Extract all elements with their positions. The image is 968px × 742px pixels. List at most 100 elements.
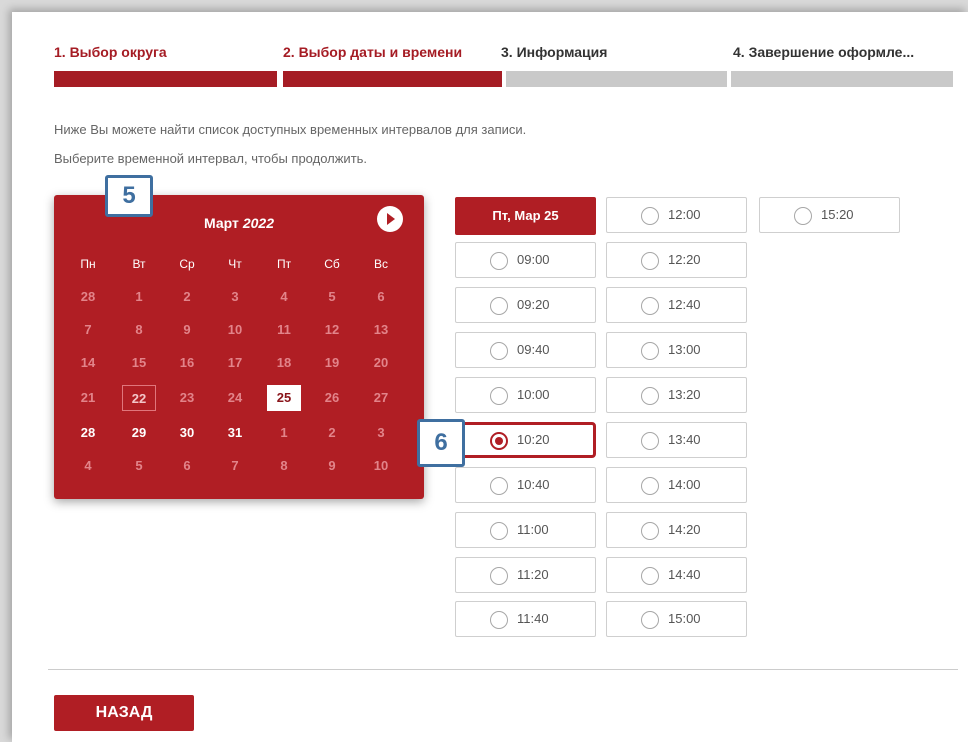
calendar-day[interactable]: 14 bbox=[71, 350, 105, 376]
calendar-day[interactable]: 4 bbox=[267, 284, 301, 310]
time-slot[interactable]: 13:40 bbox=[606, 422, 747, 458]
time-slot[interactable]: 14:20 bbox=[606, 512, 747, 548]
slots-date-header: Пт, Мар 25 bbox=[455, 197, 596, 235]
time-slot-label: 13:20 bbox=[668, 387, 701, 402]
time-slot[interactable]: 15:00 bbox=[606, 601, 747, 637]
calendar-day[interactable]: 5 bbox=[315, 284, 349, 310]
radio-icon[interactable] bbox=[641, 252, 659, 270]
calendar-day[interactable]: 12 bbox=[315, 317, 349, 343]
calendar-day[interactable]: 29 bbox=[122, 420, 156, 446]
time-slot[interactable]: 10:20 bbox=[455, 422, 596, 458]
weekday-header: Чт bbox=[228, 257, 242, 271]
radio-icon[interactable] bbox=[490, 477, 508, 495]
radio-icon[interactable] bbox=[490, 522, 508, 540]
calendar-day[interactable]: 31 bbox=[218, 420, 252, 446]
time-slot[interactable]: 09:00 bbox=[455, 242, 596, 278]
calendar-day[interactable]: 26 bbox=[315, 385, 349, 411]
calendar-day[interactable]: 23 bbox=[170, 385, 204, 411]
annotation-badge-6: 6 bbox=[417, 419, 465, 467]
time-slot[interactable]: 09:20 bbox=[455, 287, 596, 323]
step-1-label[interactable]: 1. Выбор округа bbox=[54, 44, 167, 60]
time-slot[interactable]: 12:00 bbox=[606, 197, 747, 233]
calendar-day[interactable]: 9 bbox=[315, 453, 349, 479]
time-slot-label: 12:20 bbox=[668, 252, 701, 267]
radio-icon[interactable] bbox=[490, 387, 508, 405]
radio-icon[interactable] bbox=[641, 432, 659, 450]
radio-icon[interactable] bbox=[490, 567, 508, 585]
time-slot[interactable]: 11:40 bbox=[455, 601, 596, 637]
calendar-day[interactable]: 16 bbox=[170, 350, 204, 376]
radio-icon[interactable] bbox=[490, 611, 508, 629]
calendar-day[interactable]: 24 bbox=[218, 385, 252, 411]
time-slot[interactable]: 12:20 bbox=[606, 242, 747, 278]
radio-icon[interactable] bbox=[641, 611, 659, 629]
time-slot[interactable]: 13:00 bbox=[606, 332, 747, 368]
radio-icon[interactable] bbox=[490, 342, 508, 360]
time-slot[interactable]: 14:40 bbox=[606, 557, 747, 593]
calendar-day[interactable]: 19 bbox=[315, 350, 349, 376]
time-slot[interactable]: 12:40 bbox=[606, 287, 747, 323]
radio-icon[interactable] bbox=[641, 387, 659, 405]
radio-icon[interactable] bbox=[490, 297, 508, 315]
radio-icon[interactable] bbox=[641, 342, 659, 360]
calendar-day[interactable]: 6 bbox=[364, 284, 398, 310]
radio-icon[interactable] bbox=[641, 297, 659, 315]
step-3-label: 3. Информация bbox=[501, 44, 608, 60]
calendar-day[interactable]: 5 bbox=[122, 453, 156, 479]
time-slot[interactable]: 14:00 bbox=[606, 467, 747, 503]
radio-icon[interactable] bbox=[641, 567, 659, 585]
calendar-day[interactable]: 30 bbox=[170, 420, 204, 446]
annotation-badge-5: 5 bbox=[105, 175, 153, 217]
next-month-icon[interactable] bbox=[377, 206, 403, 232]
calendar-day[interactable]: 17 bbox=[218, 350, 252, 376]
calendar-day[interactable]: 8 bbox=[122, 317, 156, 343]
time-slot[interactable]: 11:20 bbox=[455, 557, 596, 593]
time-slot[interactable]: 15:20 bbox=[759, 197, 900, 233]
calendar-day[interactable]: 28 bbox=[71, 420, 105, 446]
time-slot-label: 13:40 bbox=[668, 432, 701, 447]
time-slot[interactable]: 09:40 bbox=[455, 332, 596, 368]
calendar-day[interactable]: 2 bbox=[315, 420, 349, 446]
calendar-day[interactable]: 28 bbox=[71, 284, 105, 310]
calendar-day[interactable]: 10 bbox=[364, 453, 398, 479]
calendar-day[interactable]: 2 bbox=[170, 284, 204, 310]
calendar-day[interactable]: 15 bbox=[122, 350, 156, 376]
calendar-day[interactable]: 3 bbox=[218, 284, 252, 310]
radio-icon[interactable] bbox=[641, 207, 659, 225]
calendar-day[interactable]: 1 bbox=[122, 284, 156, 310]
radio-icon[interactable] bbox=[641, 477, 659, 495]
calendar-day[interactable]: 3 bbox=[364, 420, 398, 446]
calendar-day[interactable]: 8 bbox=[267, 453, 301, 479]
time-slot[interactable]: 10:00 bbox=[455, 377, 596, 413]
time-slot[interactable]: 10:40 bbox=[455, 467, 596, 503]
calendar-day[interactable]: 1 bbox=[267, 420, 301, 446]
step-2-label[interactable]: 2. Выбор даты и времени bbox=[283, 44, 462, 60]
time-slot-label: 09:00 bbox=[517, 252, 550, 267]
calendar-day[interactable]: 22 bbox=[122, 385, 156, 411]
time-slot[interactable]: 11:00 bbox=[455, 512, 596, 548]
radio-icon[interactable] bbox=[490, 432, 508, 450]
back-button[interactable]: НАЗАД bbox=[54, 695, 194, 731]
time-slot-label: 11:00 bbox=[517, 522, 549, 537]
calendar-day[interactable]: 11 bbox=[267, 317, 301, 343]
calendar-day[interactable]: 4 bbox=[71, 453, 105, 479]
calendar-day[interactable]: 7 bbox=[71, 317, 105, 343]
step-2-bar bbox=[283, 71, 502, 87]
calendar-day[interactable]: 13 bbox=[364, 317, 398, 343]
calendar-day[interactable]: 25 bbox=[267, 385, 301, 411]
time-slot[interactable]: 13:20 bbox=[606, 377, 747, 413]
radio-icon[interactable] bbox=[490, 252, 508, 270]
calendar-day[interactable]: 7 bbox=[218, 453, 252, 479]
calendar-day[interactable]: 18 bbox=[267, 350, 301, 376]
calendar-day[interactable]: 10 bbox=[218, 317, 252, 343]
calendar-day[interactable]: 27 bbox=[364, 385, 398, 411]
calendar-day[interactable]: 6 bbox=[170, 453, 204, 479]
calendar-day[interactable]: 20 bbox=[364, 350, 398, 376]
radio-icon[interactable] bbox=[794, 207, 812, 225]
calendar-day[interactable]: 9 bbox=[170, 317, 204, 343]
time-slot-label: 10:20 bbox=[517, 432, 550, 447]
radio-icon[interactable] bbox=[641, 522, 659, 540]
time-slot-label: 11:20 bbox=[517, 567, 549, 582]
weekday-header: Ср bbox=[179, 257, 195, 271]
calendar-day[interactable]: 21 bbox=[71, 385, 105, 411]
